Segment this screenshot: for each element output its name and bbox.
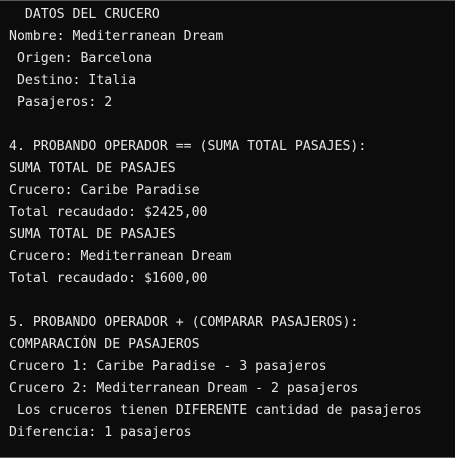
console-line: Crucero: Caribe Paradise xyxy=(9,183,200,198)
console-line: Total recaudado: $1600,00 xyxy=(9,271,208,286)
console-line: SUMA TOTAL DE PASAJES xyxy=(9,161,176,176)
console-line: Diferencia: 1 pasajeros xyxy=(9,425,192,440)
console-line: Crucero 1: Caribe Paradise - 3 pasajeros xyxy=(9,359,327,374)
console-line: Los cruceros tienen DIFERENTE cantidad d… xyxy=(9,403,422,418)
console-line: Crucero 2: Mediterranean Dream - 2 pasaj… xyxy=(9,381,359,396)
console-line: 4. PROBANDO OPERADOR == (SUMA TOTAL PASA… xyxy=(9,139,367,154)
console-line: DATOS DEL CRUCERO xyxy=(9,7,160,22)
console-line: COMPARACIÓN DE PASAJEROS xyxy=(9,337,200,352)
console-line: Nombre: Mediterranean Dream xyxy=(9,29,224,44)
console-line: Destino: Italia xyxy=(9,73,137,88)
console-output[interactable]: DATOS DEL CRUCERO Nombre: Mediterranean … xyxy=(0,0,455,458)
console-line: SUMA TOTAL DE PASAJES xyxy=(9,227,176,242)
console-line: 5. PROBANDO OPERADOR + (COMPARAR PASAJER… xyxy=(9,315,359,330)
console-line: Pasajeros: 2 xyxy=(9,95,113,110)
console-line: Total recaudado: $2425,00 xyxy=(9,205,208,220)
console-line: Crucero: Mediterranean Dream xyxy=(9,249,232,264)
console-line: Origen: Barcelona xyxy=(9,51,152,66)
